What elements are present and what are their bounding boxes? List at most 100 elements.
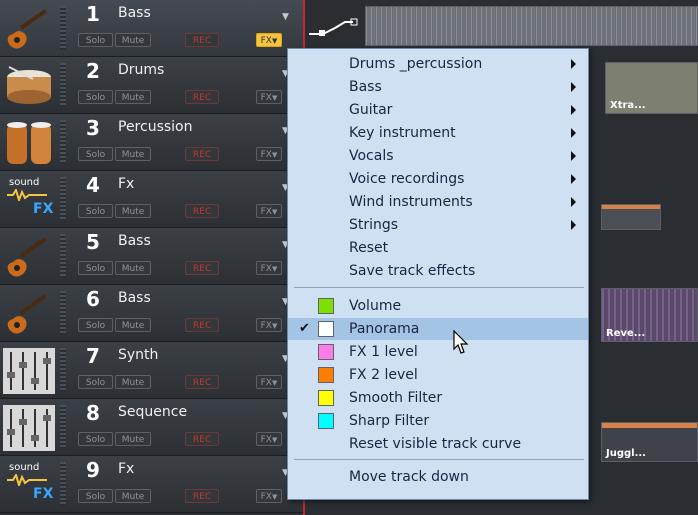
track-grip[interactable]: [60, 348, 66, 392]
track-row[interactable]: 7 Synth ▼ Solo Mute REC FX▼: [0, 342, 305, 399]
track-number: 5: [86, 230, 100, 254]
chevron-down-icon[interactable]: ▼: [282, 12, 289, 22]
chevron-down-icon: ▼: [271, 322, 278, 330]
solo-button[interactable]: Solo: [78, 204, 113, 218]
menu-item[interactable]: Smooth Filter: [288, 387, 588, 409]
mute-button[interactable]: Mute: [115, 204, 151, 218]
track-row[interactable]: sound FX 4 Fx ▼ Solo Mute REC FX▼: [0, 171, 305, 228]
automation-curve[interactable]: [309, 18, 369, 40]
record-button[interactable]: REC: [185, 489, 219, 503]
track-name[interactable]: Drums: [118, 62, 164, 78]
clip-bass-6[interactable]: Reve...: [601, 288, 698, 342]
track-name[interactable]: Sequence: [118, 404, 187, 420]
menu-item[interactable]: Reset visible track curve: [288, 433, 588, 455]
track-row[interactable]: sound FX 9 Fx ▼ Solo Mute REC FX▼: [0, 456, 305, 513]
menu-item[interactable]: ✔ Panorama: [288, 318, 588, 340]
clip-bass-1[interactable]: [365, 6, 698, 46]
drum-icon: [3, 63, 55, 109]
solo-button[interactable]: Solo: [78, 33, 113, 47]
clip-drums-bg[interactable]: Xtra...: [605, 62, 698, 114]
track-row[interactable]: 3 Percussion ▼ Solo Mute REC FX▼: [0, 114, 305, 171]
menu-item[interactable]: Voice recordings: [288, 168, 588, 190]
menu-item[interactable]: Drums _percussion: [288, 53, 588, 75]
track-grip[interactable]: [60, 234, 66, 278]
fx-button[interactable]: FX▼: [256, 432, 282, 446]
fx-button[interactable]: FX▼: [256, 489, 282, 503]
menu-item[interactable]: Vocals: [288, 145, 588, 167]
menu-item-move-track-down[interactable]: Move track down: [288, 466, 588, 488]
solo-button[interactable]: Solo: [78, 432, 113, 446]
mute-button[interactable]: Mute: [115, 489, 151, 503]
fx-button[interactable]: FX▼: [256, 318, 282, 332]
track-row[interactable]: 2 Drums ▼ Solo Mute REC FX▼: [0, 57, 305, 114]
mute-button[interactable]: Mute: [115, 261, 151, 275]
sound-fx-icon: sound FX: [3, 462, 55, 508]
menu-item[interactable]: Volume: [288, 295, 588, 317]
record-button[interactable]: REC: [185, 147, 219, 161]
track-name[interactable]: Bass: [118, 233, 151, 249]
track-name[interactable]: Bass: [118, 290, 151, 306]
track-name[interactable]: Fx: [118, 461, 134, 477]
mute-button[interactable]: Mute: [115, 90, 151, 104]
track-name[interactable]: Percussion: [118, 119, 193, 135]
track-row[interactable]: 8 Sequence ▼ Solo Mute REC FX▼: [0, 399, 305, 456]
mute-button[interactable]: Mute: [115, 318, 151, 332]
record-button[interactable]: REC: [185, 375, 219, 389]
record-button[interactable]: REC: [185, 261, 219, 275]
track-row[interactable]: 6 Bass ▼ Solo Mute REC FX▼: [0, 285, 305, 342]
track-name[interactable]: Fx: [118, 176, 134, 192]
chevron-down-icon: ▼: [271, 436, 278, 444]
mute-button[interactable]: Mute: [115, 432, 151, 446]
menu-item[interactable]: FX 1 level: [288, 341, 588, 363]
track-grip[interactable]: [60, 405, 66, 449]
solo-button[interactable]: Solo: [78, 261, 113, 275]
submenu-arrow-icon: [571, 59, 576, 69]
fx-button-label: FX: [260, 93, 272, 103]
solo-button[interactable]: Solo: [78, 489, 113, 503]
menu-item[interactable]: Guitar: [288, 99, 588, 121]
track-grip[interactable]: [60, 291, 66, 335]
menu-item[interactable]: Bass: [288, 76, 588, 98]
track-name[interactable]: Synth: [118, 347, 158, 363]
record-button[interactable]: REC: [185, 318, 219, 332]
solo-button[interactable]: Solo: [78, 318, 113, 332]
menu-item-label: Reset: [349, 240, 389, 256]
menu-item[interactable]: Wind instruments: [288, 191, 588, 213]
solo-button[interactable]: Solo: [78, 375, 113, 389]
record-button[interactable]: REC: [185, 33, 219, 47]
track-grip[interactable]: [60, 462, 66, 506]
menu-item[interactable]: Save track effects: [288, 260, 588, 282]
clip-sequence[interactable]: Juggl...: [601, 422, 698, 462]
mute-button[interactable]: Mute: [115, 375, 151, 389]
mute-button[interactable]: Mute: [115, 33, 151, 47]
fx-button[interactable]: FX▼: [256, 90, 282, 104]
fx-button[interactable]: FX▼: [256, 147, 282, 161]
mute-button[interactable]: Mute: [115, 147, 151, 161]
menu-item[interactable]: Reset: [288, 237, 588, 259]
record-button[interactable]: REC: [185, 432, 219, 446]
track-grip[interactable]: [60, 120, 66, 164]
fx-button[interactable]: FX▼: [256, 204, 282, 218]
clip-fx[interactable]: [601, 204, 661, 230]
menu-separator: [294, 459, 584, 460]
record-button[interactable]: REC: [185, 90, 219, 104]
submenu-arrow-icon: [571, 197, 576, 207]
menu-item[interactable]: FX 2 level: [288, 364, 588, 386]
menu-item[interactable]: Key instrument: [288, 122, 588, 144]
solo-button[interactable]: Solo: [78, 147, 113, 161]
menu-item[interactable]: Sharp Filter: [288, 410, 588, 432]
fx-button[interactable]: FX▼: [256, 261, 282, 275]
menu-item-label: Drums _percussion: [349, 56, 483, 72]
record-button[interactable]: REC: [185, 204, 219, 218]
track-row[interactable]: 5 Bass ▼ Solo Mute REC FX▼: [0, 228, 305, 285]
fx-button[interactable]: FX▼: [256, 375, 282, 389]
track-name[interactable]: Bass: [118, 5, 151, 21]
solo-button[interactable]: Solo: [78, 90, 113, 104]
track-grip[interactable]: [60, 177, 66, 221]
track-grip[interactable]: [60, 6, 66, 50]
track-grip[interactable]: [60, 63, 66, 107]
menu-item-label: FX 1 level: [349, 344, 418, 360]
menu-item[interactable]: Strings: [288, 214, 588, 236]
fx-button[interactable]: FX▼: [256, 33, 282, 47]
track-row[interactable]: 1 Bass ▼ Solo Mute REC FX▼: [0, 0, 305, 57]
